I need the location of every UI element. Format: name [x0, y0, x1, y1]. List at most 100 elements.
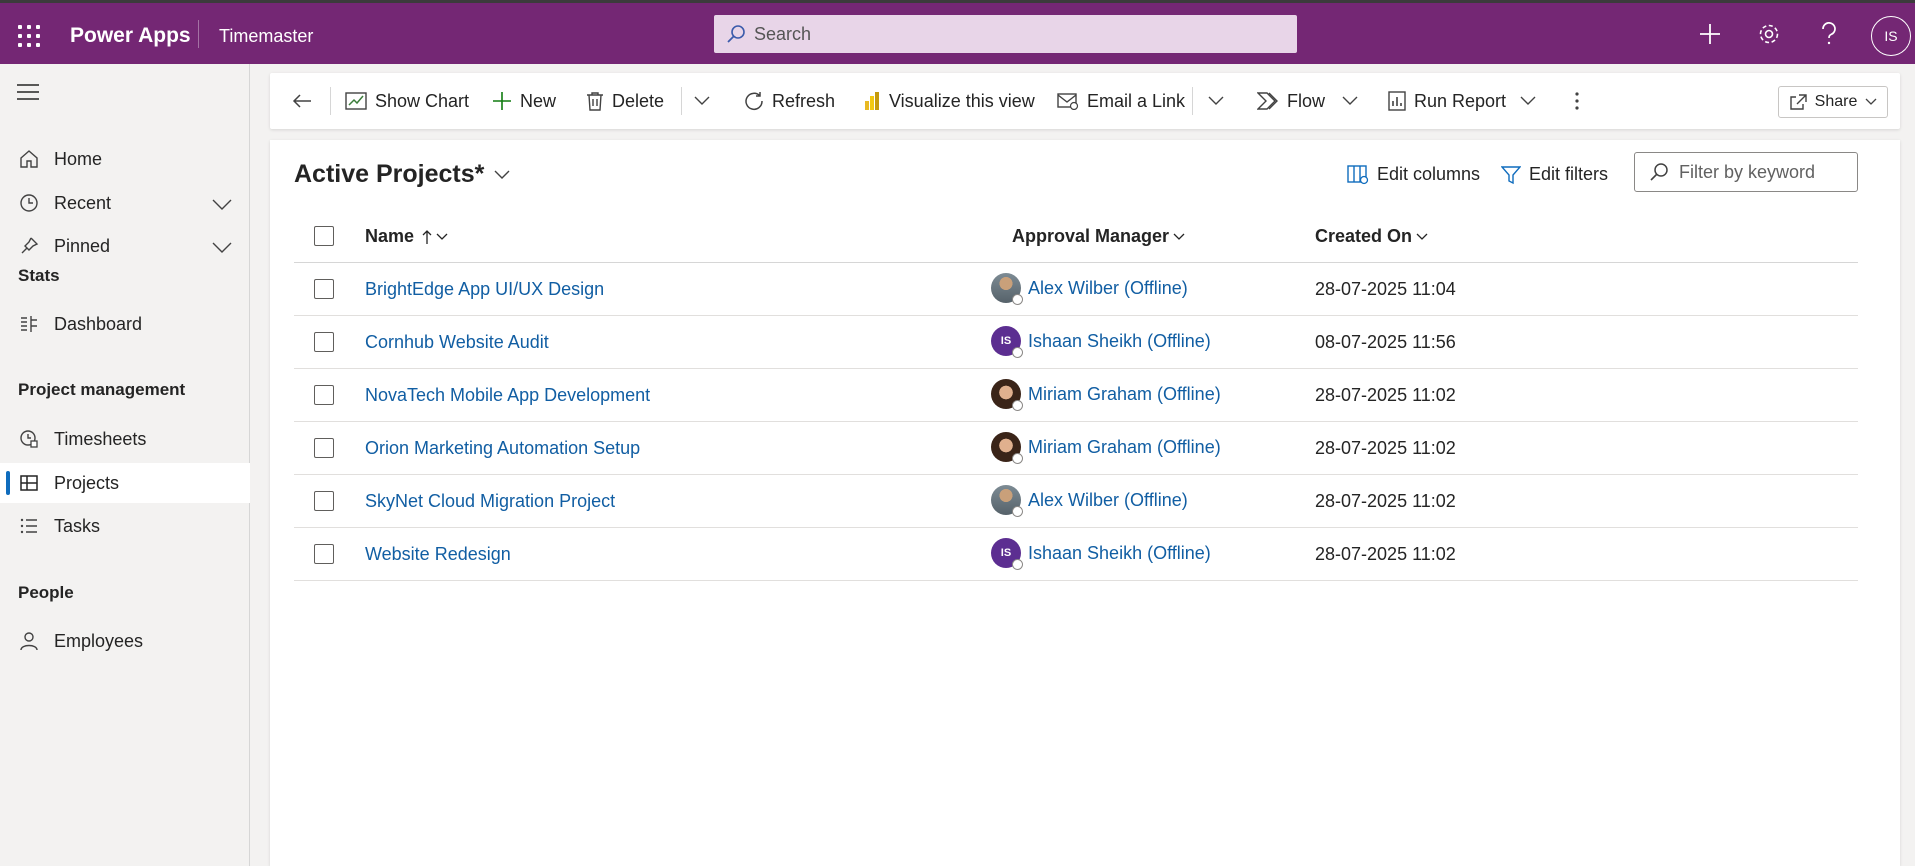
menu-hamburger-icon[interactable] — [17, 84, 39, 105]
sidebar-item-tasks[interactable]: Tasks — [0, 506, 250, 546]
run-report-label: Run Report — [1414, 90, 1507, 111]
table-row[interactable]: BrightEdge App UI/UX Design Alex Wilber … — [294, 263, 1858, 316]
created-on-cell: 28-07-2025 11:02 — [1315, 491, 1456, 511]
table-row[interactable]: Website Redesign IS Ishaan Sheikh (Offli… — [294, 528, 1858, 581]
visualize-view-button[interactable]: Visualize this view — [863, 73, 1035, 129]
project-name-link[interactable]: Website Redesign — [365, 544, 511, 565]
help-icon[interactable] — [1815, 20, 1843, 48]
select-all-checkbox[interactable] — [314, 226, 334, 246]
grid-panel: Active Projects* Edit columns Edit filte… — [270, 140, 1900, 866]
sidebar-item-pinned[interactable]: Pinned — [0, 226, 250, 266]
approval-manager-cell: Miriam Graham (Offline) — [991, 432, 1221, 464]
user-avatar[interactable]: IS — [1871, 16, 1911, 56]
created-on-cell: 28-07-2025 11:04 — [1315, 279, 1456, 299]
row-checkbox[interactable] — [314, 332, 334, 352]
nav-group-project-management: Project management — [18, 380, 186, 399]
column-header-label: Created On — [1315, 226, 1413, 246]
edit-columns-icon — [1347, 164, 1369, 184]
flow-button[interactable]: Flow — [1257, 73, 1325, 129]
sidebar-item-projects[interactable]: Projects — [0, 463, 250, 503]
row-checkbox[interactable] — [314, 279, 334, 299]
search-box[interactable]: Search — [714, 15, 1297, 53]
app-name[interactable]: Power Apps — [70, 24, 191, 48]
presence-offline-icon — [1012, 294, 1023, 305]
sidebar-item-recent[interactable]: Recent — [0, 183, 250, 223]
clock-icon — [16, 193, 42, 213]
add-icon[interactable] — [1696, 20, 1724, 48]
column-header-label: Approval Manager — [1012, 226, 1170, 246]
row-checkbox[interactable] — [314, 491, 334, 511]
table-row[interactable]: Cornhub Website Audit IS Ishaan Sheikh (… — [294, 316, 1858, 369]
more-commands-dropdown[interactable] — [694, 73, 718, 129]
delete-button[interactable]: Delete — [586, 73, 664, 129]
email-link-button[interactable]: Email a Link — [1057, 73, 1185, 129]
edit-filters-button[interactable]: Edit filters — [1501, 164, 1608, 185]
created-on-cell: 28-07-2025 11:02 — [1315, 438, 1456, 458]
avatar — [991, 485, 1023, 517]
run-report-button[interactable]: Run Report — [1388, 73, 1506, 129]
approval-manager-cell: Alex Wilber (Offline) — [991, 273, 1188, 305]
project-name-link[interactable]: NovaTech Mobile App Development — [365, 385, 650, 406]
chevron-down-icon — [694, 96, 710, 105]
new-button[interactable]: New — [492, 73, 556, 129]
approval-manager-cell: Alex Wilber (Offline) — [991, 485, 1188, 517]
share-label: Share — [1814, 93, 1858, 110]
row-checkbox[interactable] — [314, 385, 334, 405]
table-row[interactable]: Orion Marketing Automation Setup Miriam … — [294, 422, 1858, 475]
share-button[interactable]: Share — [1778, 86, 1888, 118]
manager-link[interactable]: Alex Wilber (Offline) — [1028, 490, 1188, 511]
project-name-link[interactable]: BrightEdge App UI/UX Design — [365, 279, 604, 300]
manager-link[interactable]: Ishaan Sheikh (Offline) — [1028, 543, 1211, 564]
settings-gear-icon[interactable] — [1755, 20, 1783, 48]
chevron-down-icon — [1416, 233, 1428, 240]
row-checkbox[interactable] — [314, 438, 334, 458]
sidebar-item-employees[interactable]: Employees — [0, 621, 250, 661]
column-header-approval-manager[interactable]: Approval Manager — [1012, 226, 1185, 247]
manager-link[interactable]: Ishaan Sheikh (Offline) — [1028, 331, 1211, 352]
refresh-button[interactable]: Refresh — [744, 73, 835, 129]
edit-columns-button[interactable]: Edit columns — [1347, 164, 1480, 185]
more-options-button[interactable] — [1574, 73, 1588, 129]
manager-link[interactable]: Alex Wilber (Offline) — [1028, 278, 1188, 299]
app-launcher-icon[interactable] — [18, 25, 40, 47]
project-name-link[interactable]: Cornhub Website Audit — [365, 332, 549, 353]
nav-group-stats: Stats — [18, 266, 60, 285]
report-icon — [1388, 91, 1406, 111]
sidebar-item-dashboard[interactable]: Dashboard — [0, 304, 250, 344]
dashboard-icon — [16, 314, 42, 334]
approval-manager-cell: Miriam Graham (Offline) — [991, 379, 1221, 411]
edit-columns-label: Edit columns — [1377, 164, 1481, 184]
arrow-left-icon — [292, 94, 311, 108]
sidebar: Home Recent Pinned Stats Dashboard Proje… — [0, 64, 250, 866]
show-chart-button[interactable]: Show Chart — [345, 73, 469, 129]
projects-grid: Name Approval Manager Created On BrightE… — [294, 212, 1858, 581]
table-row[interactable]: NovaTech Mobile App Development Miriam G… — [294, 369, 1858, 422]
approval-manager-cell: IS Ishaan Sheikh (Offline) — [991, 538, 1211, 570]
sidebar-item-home[interactable]: Home — [0, 139, 250, 179]
project-name-link[interactable]: Orion Marketing Automation Setup — [365, 438, 640, 459]
email-options-dropdown[interactable] — [1208, 73, 1232, 129]
column-header-name[interactable]: Name — [365, 226, 448, 247]
chevron-down-icon[interactable] — [212, 238, 232, 259]
email-link-label: Email a Link — [1087, 90, 1186, 111]
project-name-link[interactable]: SkyNet Cloud Migration Project — [365, 491, 615, 512]
manager-link[interactable]: Miriam Graham (Offline) — [1028, 437, 1221, 458]
flow-dropdown[interactable] — [1342, 73, 1366, 129]
more-vertical-icon — [1575, 92, 1579, 110]
chevron-down-icon — [1865, 98, 1877, 105]
back-button[interactable] — [292, 73, 320, 129]
view-selector[interactable]: Active Projects* — [294, 160, 510, 189]
sidebar-item-timesheets[interactable]: Timesheets — [0, 419, 250, 459]
divider — [330, 87, 331, 115]
divider — [681, 87, 682, 115]
manager-link[interactable]: Miriam Graham (Offline) — [1028, 384, 1221, 405]
row-checkbox[interactable] — [314, 544, 334, 564]
environment-name[interactable]: Timemaster — [219, 26, 313, 47]
chevron-down-icon[interactable] — [212, 195, 232, 216]
column-header-created-on[interactable]: Created On — [1315, 226, 1428, 247]
created-on-cell: 28-07-2025 11:02 — [1315, 385, 1456, 405]
flow-icon — [1257, 92, 1278, 110]
table-row[interactable]: SkyNet Cloud Migration Project Alex Wilb… — [294, 475, 1858, 528]
run-report-dropdown[interactable] — [1520, 73, 1544, 129]
filter-keyword-input[interactable]: Filter by keyword — [1634, 152, 1858, 192]
